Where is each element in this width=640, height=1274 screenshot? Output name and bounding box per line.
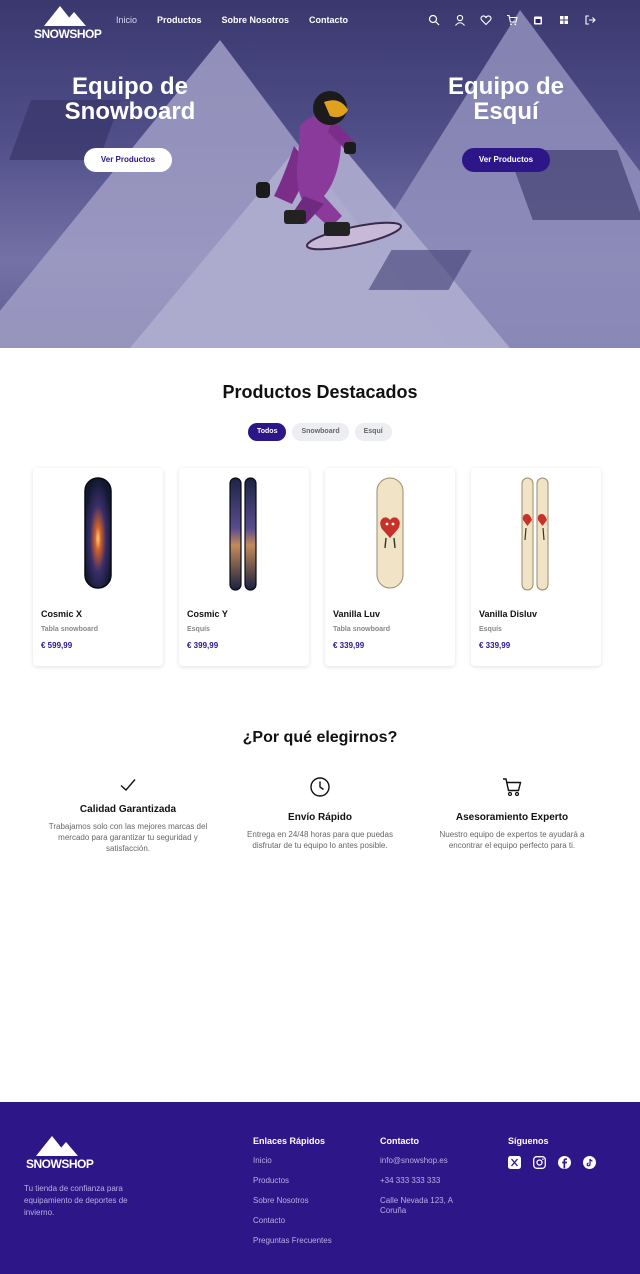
footer-link-inicio[interactable]: Inicio xyxy=(253,1156,332,1166)
cart-icon[interactable] xyxy=(506,14,518,26)
product-name: Cosmic X xyxy=(41,609,83,619)
clock-icon xyxy=(232,774,408,800)
feature-text: Entrega en 24/48 horas para que puedas d… xyxy=(247,830,393,850)
product-name: Vanilla Luv xyxy=(333,609,381,619)
feature-text: Nuestro equipo de expertos te ayudará a … xyxy=(439,830,585,850)
contact-address: Calle Nevada 123, A Coruña xyxy=(380,1196,453,1215)
calendar-icon[interactable] xyxy=(532,14,544,26)
feature-shipping: Envío Rápido Entrega en 24/48 horas para… xyxy=(232,774,408,854)
product-category: Tabla snowboard xyxy=(41,626,99,633)
product-card[interactable]: Vanilla Luv Tabla snowboard € 339,99 xyxy=(325,468,455,666)
contact-email[interactable]: info@snowshop.es xyxy=(380,1156,476,1166)
product-card[interactable]: Vanilla Disluv Esquís € 339,99 xyxy=(471,468,601,666)
filter-todos[interactable]: Todos xyxy=(248,423,287,441)
feature-title: Asesoramiento Experto xyxy=(455,812,569,823)
snowboarder-image xyxy=(256,91,402,251)
footer-description: Tu tienda de confianza para equipamiento… xyxy=(24,1184,128,1217)
x-icon[interactable] xyxy=(508,1156,521,1169)
product-price: € 339,99 xyxy=(333,641,365,650)
instagram-icon[interactable] xyxy=(533,1156,546,1169)
product-category: Tabla snowboard xyxy=(333,626,391,633)
product-image-cosmic-y[interactable] xyxy=(179,472,309,598)
filter-snowboard[interactable]: Snowboard xyxy=(292,423,349,441)
feature-text: Trabajamos solo con las mejores marcas d… xyxy=(48,822,208,853)
product-price: € 339,99 xyxy=(479,641,511,650)
snowshop-logo[interactable]: SNOWSHOP xyxy=(34,6,102,42)
footer-contact: Contacto info@snowshop.es +34 333 333 33… xyxy=(380,1136,476,1226)
tiktok-icon[interactable] xyxy=(583,1156,596,1169)
footer-link-contacto[interactable]: Contacto xyxy=(253,1216,332,1226)
nav-item-contacto[interactable]: Contacto xyxy=(309,15,348,25)
check-icon xyxy=(40,772,216,798)
logout-icon[interactable] xyxy=(584,14,596,26)
main-menu: Inicio Productos Sobre Nosotros Contacto xyxy=(116,15,348,25)
quick-links-title: Enlaces Rápidos xyxy=(253,1136,326,1146)
hero-banner: SNOWSHOP Inicio Productos Sobre Nosotros… xyxy=(0,0,640,348)
cart-icon xyxy=(424,774,600,800)
contact-phone[interactable]: +34 333 333 333 xyxy=(380,1176,476,1186)
product-image-cosmic-x[interactable] xyxy=(33,472,163,598)
footer-quick-links: Enlaces Rápidos Inicio Productos Sobre N… xyxy=(253,1136,332,1256)
search-icon[interactable] xyxy=(428,14,440,26)
product-name: Cosmic Y xyxy=(187,609,228,619)
product-price: € 399,99 xyxy=(187,641,219,650)
logo-text: SNOWSHOP xyxy=(34,27,102,41)
why-us-title: ¿Por qué elegirnos? xyxy=(242,729,398,746)
social-links xyxy=(508,1156,596,1169)
product-image-vanilla-luv[interactable] xyxy=(325,472,455,598)
contact-title: Contacto xyxy=(380,1136,419,1146)
view-ski-products-button[interactable]: Ver Productos xyxy=(462,148,550,172)
product-category: Esquís xyxy=(479,626,502,633)
feature-advice: Asesoramiento Experto Nuestro equipo de … xyxy=(424,774,600,854)
footer-link-sobre-nosotros[interactable]: Sobre Nosotros xyxy=(253,1196,332,1206)
user-icon[interactable] xyxy=(454,14,466,26)
product-card[interactable]: Cosmic X Tabla snowboard € 599,99 xyxy=(33,468,163,666)
footer-logo[interactable]: SNOWSHOP xyxy=(26,1136,94,1172)
header-icons xyxy=(428,14,596,26)
view-snowboard-products-button[interactable]: Ver Productos xyxy=(84,148,172,172)
footer-link-faq[interactable]: Preguntas Frecuentes xyxy=(253,1236,332,1246)
product-price: € 599,99 xyxy=(41,641,73,650)
nav-item-inicio[interactable]: Inicio xyxy=(116,15,137,25)
footer-social: Síguenos xyxy=(508,1136,596,1169)
product-filters: Todos Snowboard Esquí xyxy=(248,423,392,441)
top-navigation: SNOWSHOP Inicio Productos Sobre Nosotros… xyxy=(0,0,640,44)
product-grid: Cosmic X Tabla snowboard € 599,99 Cosmic… xyxy=(33,468,601,666)
site-footer: SNOWSHOP Tu tienda de confianza para equ… xyxy=(0,1102,640,1274)
filter-esqui[interactable]: Esquí xyxy=(354,423,392,441)
heart-icon[interactable] xyxy=(480,14,492,26)
product-card[interactable]: Cosmic Y Esquís € 399,99 xyxy=(179,468,309,666)
features-list: Calidad Garantizada Trabajamos solo con … xyxy=(40,772,600,854)
featured-products-title: Productos Destacados xyxy=(222,382,418,402)
grid-icon[interactable] xyxy=(558,14,570,26)
product-image-vanilla-disluv[interactable] xyxy=(471,472,601,598)
feature-quality: Calidad Garantizada Trabajamos solo con … xyxy=(40,772,216,854)
feature-title: Calidad Garantizada xyxy=(79,804,177,815)
feature-title: Envío Rápido xyxy=(288,812,352,823)
nav-item-productos[interactable]: Productos xyxy=(157,15,202,25)
social-title: Síguenos xyxy=(508,1136,549,1146)
nav-item-sobre-nosotros[interactable]: Sobre Nosotros xyxy=(222,15,290,25)
product-name: Vanilla Disluv xyxy=(479,609,538,619)
footer-link-productos[interactable]: Productos xyxy=(253,1176,332,1186)
footer-logo-text: SNOWSHOP xyxy=(26,1157,94,1171)
hero-title-ski: Equipo de Esquí xyxy=(448,73,564,125)
product-category: Esquís xyxy=(187,626,210,633)
facebook-icon[interactable] xyxy=(558,1156,571,1169)
hero-title-snowboard: Equipo de Snowboard xyxy=(64,73,196,125)
